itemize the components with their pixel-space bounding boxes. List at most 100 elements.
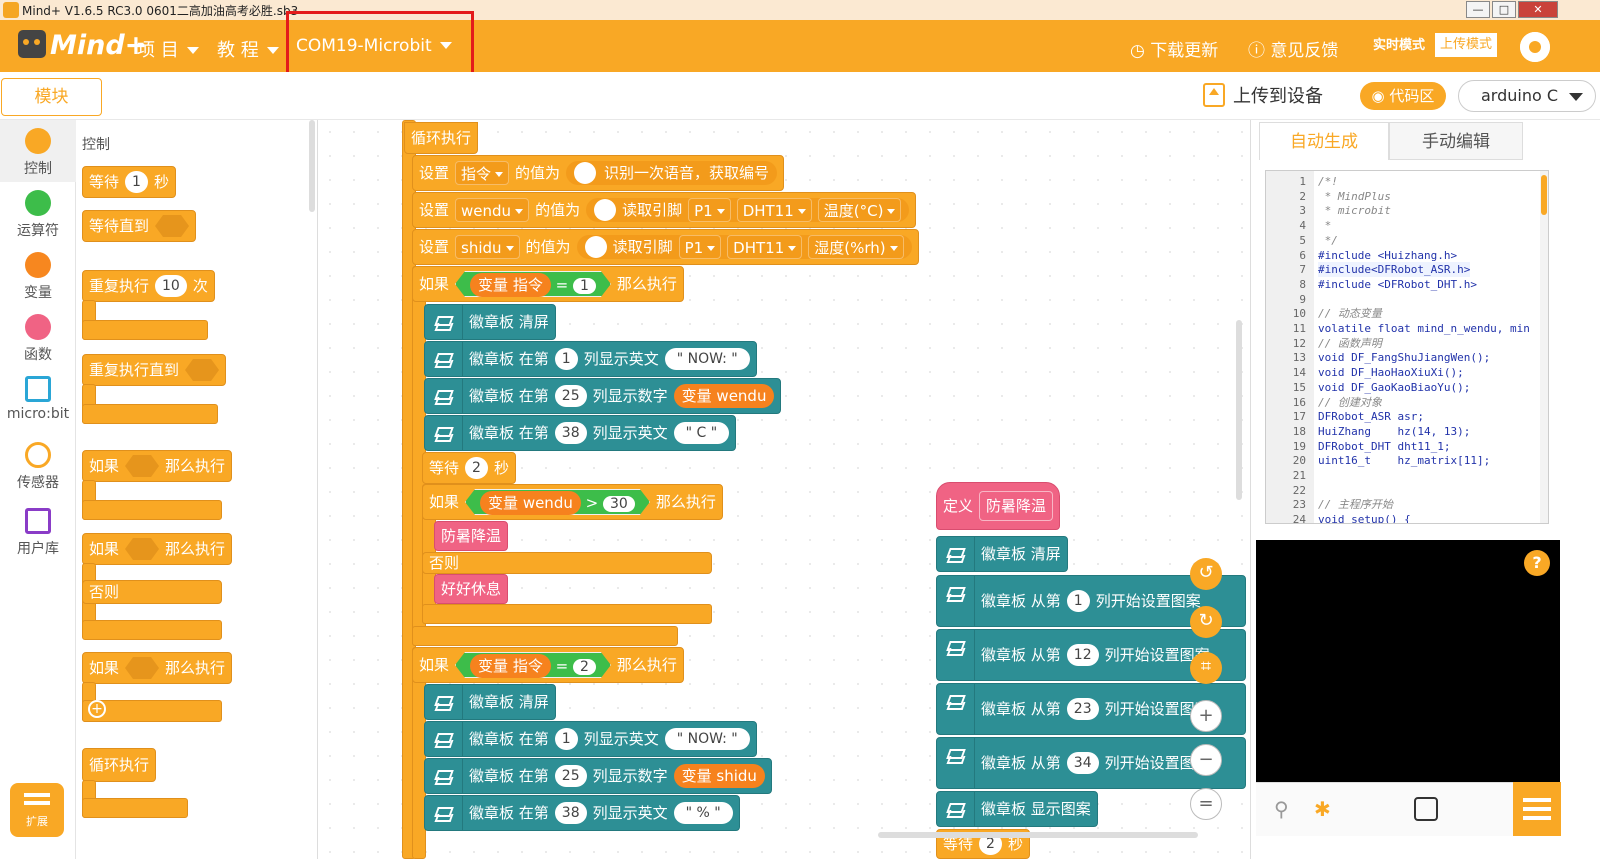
column-input[interactable]: 1 [554,728,578,750]
upload-mode-toggle[interactable]: 上传模式 [1435,33,1498,57]
text-input[interactable]: " % " [673,802,733,824]
download-update-button[interactable]: ◷ 下载更新 [1130,36,1218,61]
canvas-horizontal-scrollbar[interactable] [878,832,1198,838]
zoom-in-icon[interactable]: + [1190,700,1222,732]
project-menu[interactable]: 项 目 [137,36,199,62]
column-input[interactable]: 38 [554,802,587,824]
feedback-button[interactable]: ⓘ 意见反馈 [1248,36,1338,61]
upload-to-device-button[interactable]: 上传到设备 [1203,82,1323,108]
repeat-count-input[interactable]: 10 [155,275,187,297]
repeat-block[interactable]: 重复执行 10 次 [82,270,215,302]
forever-block[interactable]: 循环执行 [404,122,479,154]
dht-temp-reporter[interactable]: 读取引脚 P1 DHT11 温度(°C) [586,198,910,222]
call-rest-block[interactable]: 好好休息 [434,574,509,604]
tab-manual-edit[interactable]: 手动编辑 [1389,122,1523,160]
badge-text-block[interactable]: 徽章板 在第 38 列显示英文 " C " [424,415,737,451]
canvas-vertical-scrollbar[interactable] [1236,320,1242,500]
gear-icon[interactable] [1520,32,1550,62]
condition-slot[interactable] [155,215,190,237]
menu-icon[interactable] [1513,782,1561,836]
column-input[interactable]: 1 [554,348,578,370]
category-user-library[interactable]: 用户库 [0,500,76,562]
undo-icon[interactable]: ↺ [1190,558,1222,590]
crop-icon[interactable]: ⌗ [1190,652,1222,684]
variable-reporter[interactable]: 变量 指令 [470,654,551,678]
variable-reporter[interactable]: 变量 shidu [673,764,765,788]
wait-block[interactable]: 等待 2 秒 [422,452,516,484]
dht-humidity-reporter[interactable]: 读取引脚 P1 DHT11 湿度(%rh) [576,235,912,259]
wait-input[interactable]: 1 [125,171,148,193]
column-input[interactable]: 23 [1066,698,1099,720]
badge-text-block[interactable]: 徽章板 在第 38 列显示英文 " % " [424,795,740,831]
text-input[interactable]: " NOW: " [664,348,750,370]
asr-reporter[interactable]: 识别一次语音，获取编号 [566,161,778,185]
text-input[interactable]: " NOW: " [664,728,750,750]
wait-until-block[interactable]: 等待直到 [82,210,197,242]
maximize-button[interactable]: □ [1492,1,1516,18]
redo-icon[interactable]: ↻ [1190,606,1222,638]
if-cmd-2-block[interactable]: 如果 变量 指令 = 2 那么执行 [412,647,684,683]
zoom-out-icon[interactable]: − [1190,744,1222,776]
variable-reporter[interactable]: 变量 wendu [673,384,775,408]
zoom-reset-button[interactable]: = [1190,788,1222,820]
category-operators[interactable]: 运算符 [0,182,76,244]
equals-condition[interactable]: 变量 指令 = 1 [455,271,611,297]
set-wendu-block[interactable]: 设置 wendu 的值为 读取引脚 P1 DHT11 温度(°C) [412,192,917,228]
tutorial-menu[interactable]: 教 程 [217,36,279,62]
set-cmd-block[interactable]: 设置 指令 的值为 识别一次语音，获取编号 [412,155,785,191]
palette-scrollbar[interactable] [309,120,315,212]
badge-show-block[interactable]: 徽章板 显示图案 [936,791,1098,827]
badge-clear-block[interactable]: 徽章板 清屏 [424,304,556,340]
column-input[interactable]: 25 [554,385,587,407]
variable-reporter[interactable]: 变量 wendu [480,491,581,515]
tab-modules[interactable]: 模块 [1,78,102,116]
column-input[interactable]: 34 [1066,752,1099,774]
badge-number-block[interactable]: 徽章板 在第 25 列显示数字 变量 shidu [424,758,772,794]
column-input[interactable]: 1 [1066,590,1090,612]
number-input[interactable]: 30 [603,496,635,512]
define-cool-block[interactable]: 定义 防暑降温 [936,482,1061,530]
usb-connect-icon[interactable]: ✱ [1314,797,1331,821]
category-microbit[interactable]: micro:bit [0,368,76,430]
if-else-block[interactable]: 如果 那么执行 [82,533,233,565]
eraser-icon[interactable] [1414,797,1438,821]
language-select[interactable]: arduino C [1458,80,1596,112]
code-area-button[interactable]: ◉ 代码区 [1360,82,1446,110]
wait-input[interactable]: 2 [465,457,488,479]
number-input[interactable]: 1 [573,278,596,294]
condition-slot[interactable] [185,359,220,381]
greater-condition[interactable]: 变量 wendu > 30 [465,489,650,515]
variable-reporter[interactable]: 变量 指令 [470,273,551,297]
text-input[interactable]: " C " [673,422,730,444]
condition-slot[interactable] [125,657,160,679]
number-input[interactable]: 2 [573,659,596,675]
extension-button[interactable]: 扩展 [10,783,64,837]
measure-dropdown[interactable]: 温度(°C) [817,198,902,222]
close-button[interactable]: ✕ [1518,1,1558,18]
sensor-dropdown[interactable]: DHT11 [727,235,803,259]
measure-dropdown[interactable]: 湿度(%rh) [808,235,904,259]
repeat-until-block[interactable]: 重复执行直到 [82,354,227,386]
column-input[interactable]: 25 [554,765,587,787]
sensor-dropdown[interactable]: DHT11 [736,198,812,222]
set-shidu-block[interactable]: 设置 shidu 的值为 读取引脚 P1 DHT11 湿度(%rh) [412,229,919,265]
column-input[interactable]: 38 [554,422,587,444]
badge-clear-block[interactable]: 徽章板 清屏 [936,536,1068,572]
script-canvas[interactable]: 循环执行 设置 指令 的值为 识别一次语音，获取编号 设置 wendu 的值为 读取引脚 P1… [318,120,1248,859]
realtime-mode-toggle[interactable]: 实时模式 [1369,35,1429,59]
if-then-block[interactable]: 如果 那么执行 [82,450,233,482]
if-wendu-block[interactable]: 如果 变量 wendu > 30 那么执行 [422,484,723,520]
call-cool-block[interactable]: 防暑降温 [434,521,509,551]
if-then-plus-block[interactable]: 如果 那么执行 [82,652,233,684]
var-dropdown[interactable]: wendu [455,198,530,222]
usb-icon[interactable]: ⚲ [1274,797,1289,821]
minimize-button[interactable]: — [1466,1,1490,18]
editor-scrollbar[interactable] [1540,171,1548,523]
badge-number-block[interactable]: 徽章板 在第 25 列显示数字 变量 wendu [424,378,782,414]
category-control[interactable]: 控制 [0,120,76,182]
serial-terminal[interactable]: ? [1256,540,1560,782]
var-dropdown[interactable]: 指令 [455,161,510,185]
pin-dropdown[interactable]: P1 [678,235,722,259]
pin-dropdown[interactable]: P1 [688,198,731,222]
badge-clear-block[interactable]: 徽章板 清屏 [424,684,556,720]
